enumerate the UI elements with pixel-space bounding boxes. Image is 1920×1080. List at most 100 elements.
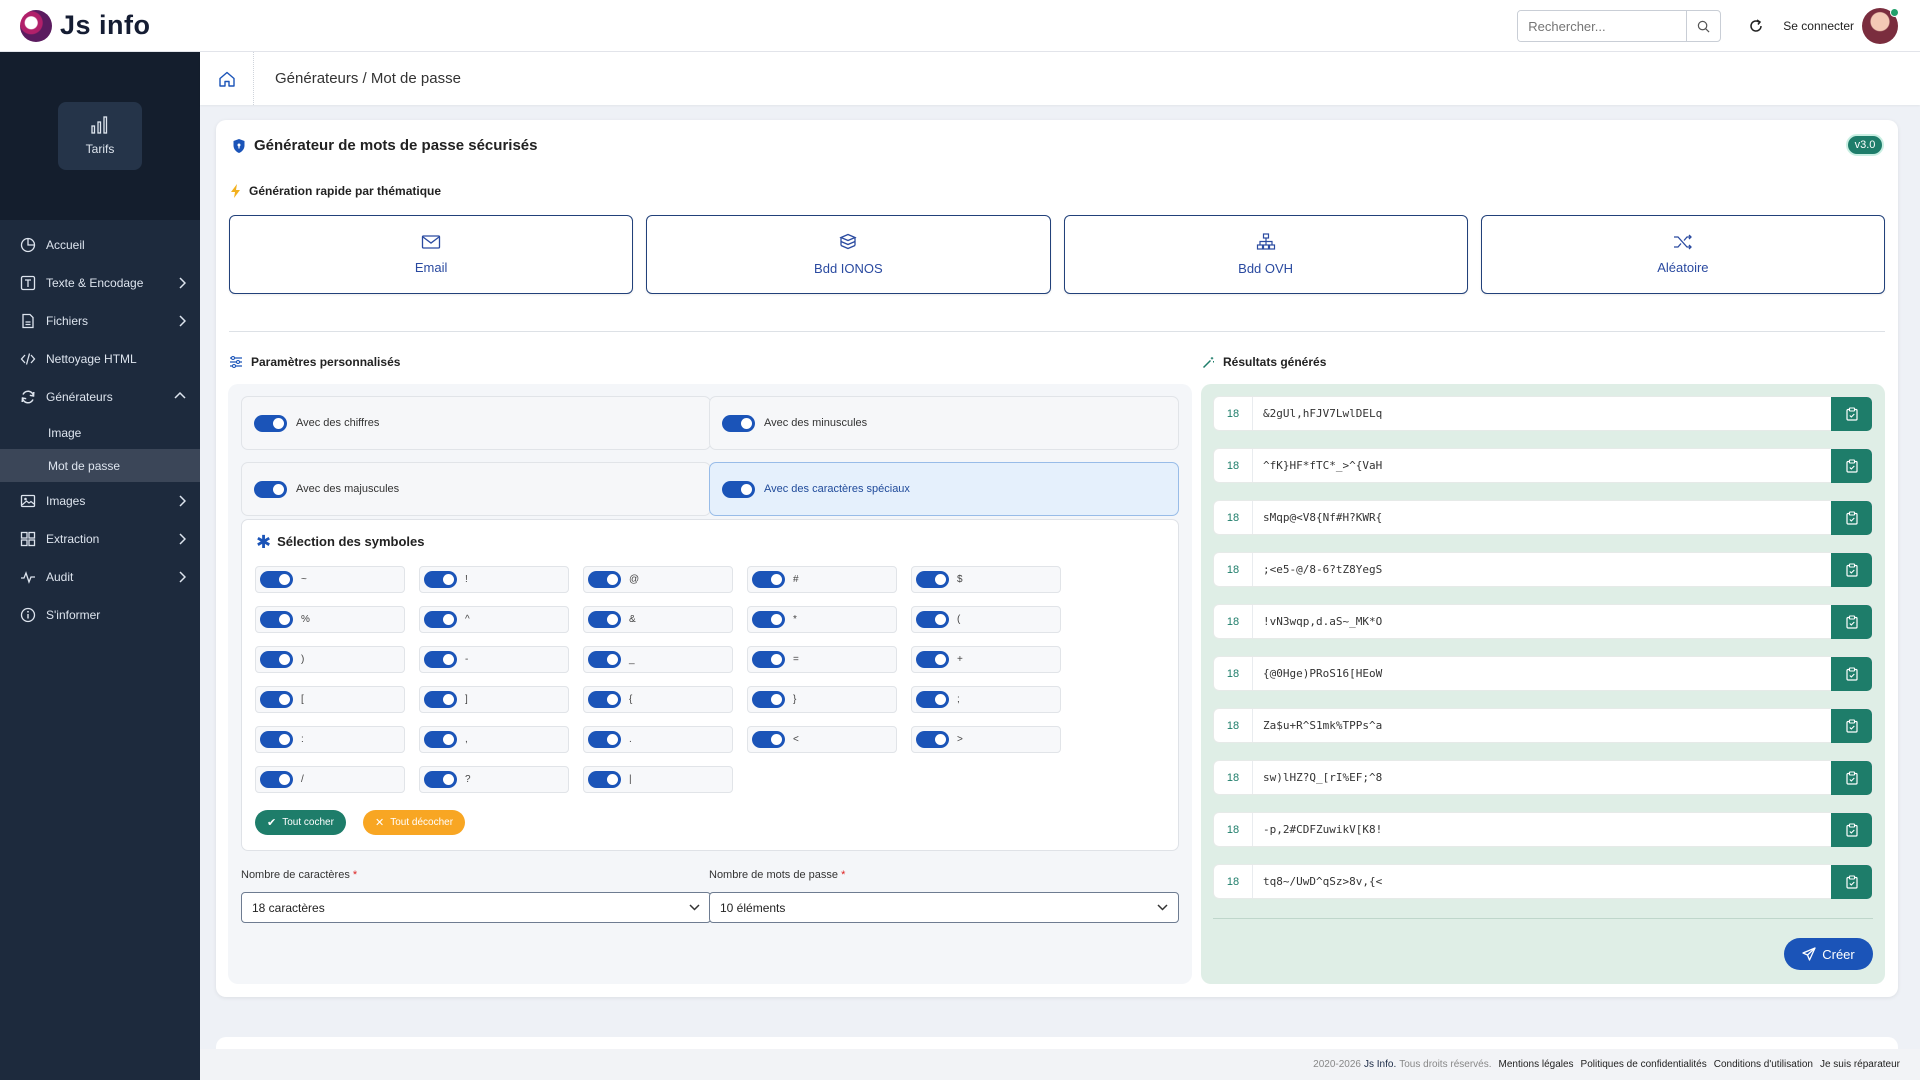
symbol-option[interactable]: ~ — [255, 566, 405, 593]
sidebar-item-images[interactable]: Images — [0, 482, 200, 520]
symbol-option[interactable]: / — [255, 766, 405, 793]
symbol-toggle[interactable] — [916, 651, 949, 668]
symbol-toggle[interactable] — [424, 651, 457, 668]
theme-bdd-ionos-button[interactable]: Bdd IONOS — [646, 215, 1051, 294]
sidebar-item-sinformer[interactable]: S'informer — [0, 596, 200, 634]
copy-button[interactable] — [1831, 812, 1872, 847]
symbol-option[interactable]: > — [911, 726, 1061, 753]
footer-link-mentions[interactable]: Mentions légales — [1499, 1059, 1574, 1070]
result-password[interactable]: tq8~/UwD^qSz>8v,{< — [1252, 865, 1831, 898]
result-password[interactable]: sMqp@<V8{Nf#H?KWR{ — [1252, 501, 1831, 534]
result-password[interactable]: {@0Hge)PRoS16[HEoW — [1252, 657, 1831, 690]
symbol-toggle[interactable] — [752, 611, 785, 628]
theme-aleatoire-button[interactable]: Aléatoire — [1480, 215, 1885, 294]
symbol-toggle[interactable] — [752, 651, 785, 668]
option-uppercase[interactable]: Avec des majuscules — [241, 462, 711, 516]
home-button[interactable] — [200, 52, 254, 105]
copy-button[interactable] — [1831, 448, 1872, 483]
symbol-option[interactable]: & — [583, 606, 733, 633]
create-button[interactable]: Créer — [1784, 938, 1873, 970]
symbol-toggle[interactable] — [752, 691, 785, 708]
sidebar-item-fichiers[interactable]: Fichiers — [0, 302, 200, 340]
special-toggle[interactable] — [722, 480, 755, 498]
symbol-toggle[interactable] — [588, 731, 621, 748]
length-select[interactable]: 18 caractères — [241, 892, 711, 923]
symbol-toggle[interactable] — [424, 611, 457, 628]
logo[interactable]: Js info — [20, 9, 151, 42]
symbol-toggle[interactable] — [260, 571, 293, 588]
theme-bdd-ovh-button[interactable]: Bdd OVH — [1063, 215, 1468, 294]
symbol-toggle[interactable] — [916, 731, 949, 748]
symbol-option[interactable]: % — [255, 606, 405, 633]
copy-button[interactable] — [1831, 760, 1872, 795]
result-password[interactable]: ;<e5-@/8-6?tZ8YegS — [1252, 553, 1831, 586]
symbol-toggle[interactable] — [260, 771, 293, 788]
symbol-option[interactable]: ( — [911, 606, 1061, 633]
symbol-toggle[interactable] — [424, 571, 457, 588]
symbol-toggle[interactable] — [588, 571, 621, 588]
result-password[interactable]: -p,2#CDFZuwikV[K8! — [1252, 813, 1831, 846]
option-digits[interactable]: Avec des chiffres — [241, 396, 711, 450]
digits-toggle[interactable] — [254, 414, 287, 432]
result-password[interactable]: sw)lHZ?Q_[rI%EF;^8 — [1252, 761, 1831, 794]
result-password[interactable]: Za$u+R^S1mk%TPPs^a — [1252, 709, 1831, 742]
symbol-option[interactable]: _ — [583, 646, 733, 673]
uncheck-all-button[interactable]: ✕ Tout décocher — [363, 810, 466, 835]
check-all-button[interactable]: ✔ Tout cocher — [255, 810, 346, 835]
search-button[interactable] — [1686, 11, 1720, 41]
symbol-option[interactable]: { — [583, 686, 733, 713]
count-select[interactable]: 10 éléments — [709, 892, 1179, 923]
symbol-option[interactable]: ! — [419, 566, 569, 593]
footer-link-privacy[interactable]: Politiques de confidentialités — [1581, 1059, 1707, 1070]
theme-email-button[interactable]: Email — [229, 215, 634, 294]
result-password[interactable]: &2gUl,hFJV7LwlDELq — [1252, 397, 1831, 430]
symbol-option[interactable]: ; — [911, 686, 1061, 713]
symbol-toggle[interactable] — [424, 691, 457, 708]
uppercase-toggle[interactable] — [254, 480, 287, 498]
symbol-toggle[interactable] — [916, 691, 949, 708]
symbol-toggle[interactable] — [588, 651, 621, 668]
result-password[interactable]: !vN3wqp,d.aS~_MK*O — [1252, 605, 1831, 638]
sidebar-item-audit[interactable]: Audit — [0, 558, 200, 596]
copy-button[interactable] — [1831, 708, 1872, 743]
sidebar-item-texte-encodage[interactable]: Texte & Encodage — [0, 264, 200, 302]
copy-button[interactable] — [1831, 604, 1872, 639]
symbol-option[interactable]: : — [255, 726, 405, 753]
symbol-toggle[interactable] — [424, 731, 457, 748]
tarifs-button[interactable]: Tarifs — [58, 102, 142, 170]
symbol-option[interactable]: * — [747, 606, 897, 633]
sidebar-item-accueil[interactable]: Accueil — [0, 226, 200, 264]
symbol-toggle[interactable] — [588, 691, 621, 708]
symbol-toggle[interactable] — [260, 731, 293, 748]
symbol-option[interactable]: # — [747, 566, 897, 593]
symbol-toggle[interactable] — [916, 571, 949, 588]
symbol-toggle[interactable] — [424, 771, 457, 788]
symbol-toggle[interactable] — [752, 571, 785, 588]
footer-link-terms[interactable]: Conditions d'utilisation — [1714, 1059, 1813, 1070]
symbol-option[interactable]: , — [419, 726, 569, 753]
symbol-option[interactable]: $ — [911, 566, 1061, 593]
symbol-option[interactable]: + — [911, 646, 1061, 673]
symbol-toggle[interactable] — [260, 691, 293, 708]
lowercase-toggle[interactable] — [722, 414, 755, 432]
copy-button[interactable] — [1831, 500, 1872, 535]
symbol-option[interactable]: | — [583, 766, 733, 793]
result-password[interactable]: ^fK}HF*fTC*_>^{VaH — [1252, 449, 1831, 482]
symbol-toggle[interactable] — [588, 771, 621, 788]
symbol-option[interactable]: @ — [583, 566, 733, 593]
symbol-toggle[interactable] — [588, 611, 621, 628]
symbol-toggle[interactable] — [260, 651, 293, 668]
sidebar-subitem-image[interactable]: Image — [0, 416, 200, 449]
sidebar-item-extraction[interactable]: Extraction — [0, 520, 200, 558]
refresh-button[interactable] — [1741, 11, 1771, 41]
symbol-option[interactable]: < — [747, 726, 897, 753]
sidebar-subitem-mot-de-passe[interactable]: Mot de passe — [0, 449, 200, 482]
symbol-option[interactable]: = — [747, 646, 897, 673]
option-special[interactable]: Avec des caractères spéciaux — [709, 462, 1179, 516]
symbol-option[interactable]: ? — [419, 766, 569, 793]
symbol-option[interactable]: } — [747, 686, 897, 713]
sidebar-item-generateurs[interactable]: Générateurs — [0, 378, 200, 416]
copy-button[interactable] — [1831, 864, 1872, 899]
avatar[interactable] — [1862, 8, 1899, 44]
symbol-option[interactable]: ] — [419, 686, 569, 713]
